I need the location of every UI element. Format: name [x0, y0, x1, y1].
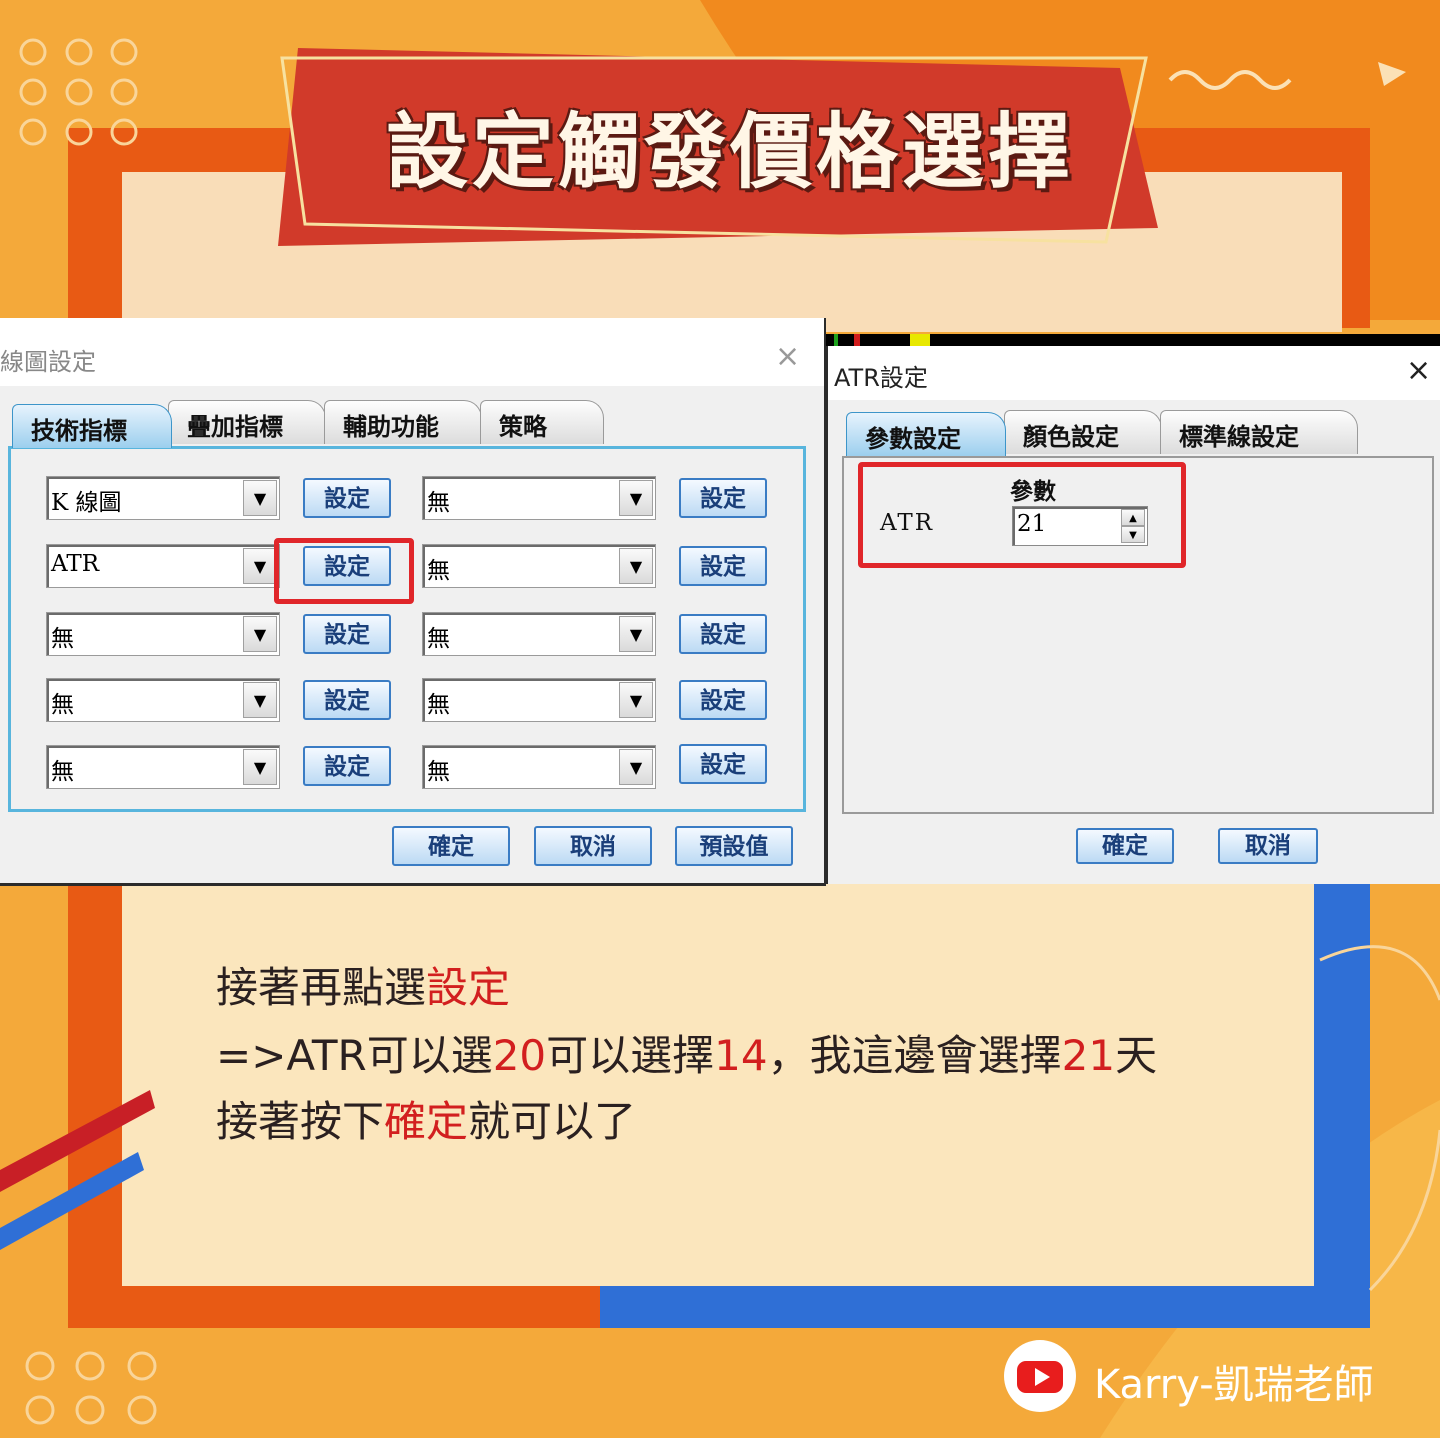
- set-button-left-3[interactable]: 設定: [303, 614, 391, 654]
- window-titlebar: 線圖設定 ×: [0, 318, 824, 386]
- dropdown-arrow-icon[interactable]: ▼: [243, 548, 277, 584]
- indicator-select-left-2[interactable]: ATR ▼: [46, 544, 280, 588]
- indicator-select-left-5[interactable]: 無 ▼: [46, 745, 280, 789]
- instruction-line-2: =>ATR可以選20可以選擇14，我這邊會選擇21天: [216, 1031, 1158, 1080]
- dropdown-arrow-icon[interactable]: ▼: [619, 749, 653, 785]
- ok-button[interactable]: 確定: [1076, 828, 1174, 864]
- dropdown-arrow-icon[interactable]: ▼: [243, 480, 277, 516]
- highlight-confirm: 確定: [384, 1097, 469, 1146]
- highlight-atr-set-button: [274, 538, 414, 604]
- default-button[interactable]: 預設值: [675, 826, 793, 866]
- tab-strategy[interactable]: 策略: [480, 400, 604, 444]
- tab-color-settings[interactable]: 顏色設定: [1004, 410, 1162, 454]
- close-icon[interactable]: ×: [775, 342, 800, 372]
- channel-name: Karry-凱瑞老師: [1094, 1362, 1374, 1408]
- dropdown-arrow-icon[interactable]: ▼: [243, 682, 277, 718]
- ok-button[interactable]: 確定: [392, 826, 510, 866]
- tab-parameter-settings[interactable]: 參數設定: [846, 412, 1006, 456]
- chart-strip: [826, 334, 1440, 346]
- dropdown-arrow-icon[interactable]: ▼: [619, 616, 653, 652]
- tab-overlay-indicators[interactable]: 疊加指標: [168, 400, 326, 444]
- set-button-right-3[interactable]: 設定: [679, 614, 767, 654]
- indicator-select-right-4[interactable]: 無 ▼: [422, 678, 656, 722]
- highlight-atr-parameter: [858, 462, 1186, 568]
- cancel-button[interactable]: 取消: [534, 826, 652, 866]
- dropdown-arrow-icon[interactable]: ▼: [243, 616, 277, 652]
- dropdown-arrow-icon[interactable]: ▼: [243, 749, 277, 785]
- indicator-select-right-3[interactable]: 無 ▼: [422, 612, 656, 656]
- dropdown-arrow-icon[interactable]: ▼: [619, 682, 653, 718]
- tab-auxiliary-functions[interactable]: 輔助功能: [324, 400, 482, 444]
- youtube-icon[interactable]: [1004, 1340, 1076, 1412]
- set-button-right-1[interactable]: 設定: [679, 478, 767, 518]
- instruction-line-1: 接著再點選設定: [216, 963, 511, 1012]
- tab-technical-indicators[interactable]: 技術指標: [12, 404, 172, 448]
- set-button-left-4[interactable]: 設定: [303, 680, 391, 720]
- highlight-set: 設定: [426, 963, 511, 1012]
- tab-standard-line-settings[interactable]: 標準線設定: [1160, 410, 1358, 454]
- indicator-select-right-5[interactable]: 無 ▼: [422, 745, 656, 789]
- set-button-right-2[interactable]: 設定: [679, 546, 767, 586]
- page-title: 設定觸發價格選擇: [385, 105, 1074, 200]
- window-title: ATR設定: [834, 364, 928, 392]
- chart-settings-window: 線圖設定 × 技術指標 疊加指標 輔助功能 策略 K 線圖 ▼ 設定 無 ▼ 設…: [0, 318, 826, 886]
- set-button-left-1[interactable]: 設定: [303, 478, 391, 518]
- indicator-select-left-4[interactable]: 無 ▼: [46, 678, 280, 722]
- set-button-right-4[interactable]: 設定: [679, 680, 767, 720]
- window-title: 線圖設定: [0, 348, 96, 376]
- indicator-select-left-3[interactable]: 無 ▼: [46, 612, 280, 656]
- cancel-button[interactable]: 取消: [1218, 828, 1318, 864]
- indicator-select-right-2[interactable]: 無 ▼: [422, 544, 656, 588]
- set-button-left-5[interactable]: 設定: [303, 746, 391, 786]
- indicator-select-left-1[interactable]: K 線圖 ▼: [46, 476, 280, 520]
- dropdown-arrow-icon[interactable]: ▼: [619, 480, 653, 516]
- set-button-right-5[interactable]: 設定: [679, 744, 767, 784]
- indicator-select-right-1[interactable]: 無 ▼: [422, 476, 656, 520]
- instruction-line-3: 接著按下確定就可以了: [216, 1097, 637, 1146]
- window-titlebar: ATR設定 ×: [828, 346, 1440, 400]
- dropdown-arrow-icon[interactable]: ▼: [619, 548, 653, 584]
- close-icon[interactable]: ×: [1406, 356, 1431, 386]
- atr-settings-window: ATR設定 × 參數設定 顏色設定 標準線設定 參數 ATR 21 ▲ ▼ 確定…: [826, 346, 1440, 884]
